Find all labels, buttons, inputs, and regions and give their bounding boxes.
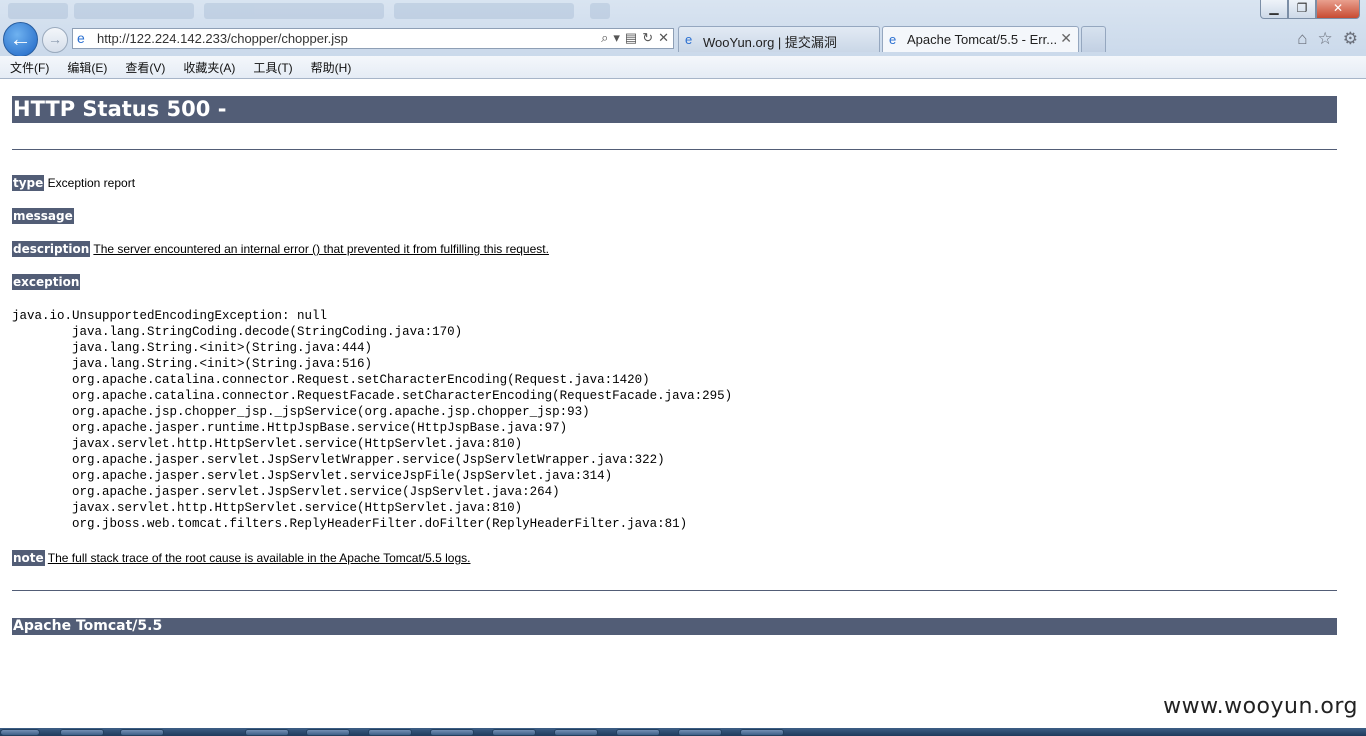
stack-frame: org.apache.jasper.servlet.JspServlet.ser… — [12, 469, 613, 483]
close-tab-icon[interactable]: ✕ — [1060, 30, 1072, 47]
menu-help[interactable]: 帮助(H) — [301, 56, 360, 78]
home-icon[interactable]: ⌂ — [1297, 29, 1307, 49]
search-icon[interactable]: ⌕ — [601, 30, 608, 46]
description-value: The server encountered an internal error… — [93, 242, 549, 256]
stack-frame: javax.servlet.http.HttpServlet.service(H… — [12, 437, 523, 451]
description-label: description — [12, 241, 91, 257]
stack-frame: java.lang.StringCoding.decode(StringCodi… — [12, 325, 463, 339]
stack-frame: org.jboss.web.tomcat.filters.ReplyHeader… — [12, 517, 688, 531]
maximize-button[interactable]: ❐ — [1288, 0, 1316, 19]
chevron-down-icon[interactable]: ▾ — [613, 30, 620, 46]
ghost-tab — [204, 3, 384, 19]
taskbar-app[interactable] — [60, 729, 104, 736]
browser-chrome: ▁ ❐ ✕ ← → e http://122.224.142.233/chopp… — [0, 0, 1366, 79]
ghost-tab — [74, 3, 194, 19]
address-bar[interactable]: e http://122.224.142.233/chopper/chopper… — [72, 28, 674, 49]
taskbar-app[interactable] — [740, 729, 784, 736]
stack-trace: java.io.UnsupportedEncodingException: nu… — [12, 308, 732, 532]
stack-frame: org.apache.jasper.servlet.JspServletWrap… — [12, 453, 665, 467]
taskbar-app[interactable] — [306, 729, 350, 736]
taskbar-app[interactable] — [368, 729, 412, 736]
taskbar-app[interactable] — [245, 729, 289, 736]
taskbar-app[interactable] — [616, 729, 660, 736]
taskbar-app[interactable] — [120, 729, 164, 736]
stack-frame: org.apache.jasper.runtime.HttpJspBase.se… — [12, 421, 568, 435]
close-window-button[interactable]: ✕ — [1316, 0, 1360, 19]
menu-bar: 文件(F) 编辑(E) 查看(V) 收藏夹(A) 工具(T) 帮助(H) — [0, 56, 1366, 79]
type-value: Exception report — [47, 176, 136, 190]
ghost-tab — [8, 3, 68, 19]
stack-frame: org.apache.jasper.servlet.JspServlet.ser… — [12, 485, 560, 499]
stack-frame: javax.servlet.http.HttpServlet.service(H… — [12, 501, 523, 515]
tab-tomcat-error[interactable]: e Apache Tomcat/5.5 - Err... ✕ — [882, 26, 1079, 52]
new-tab-button[interactable] — [1081, 26, 1106, 52]
taskbar-app[interactable] — [430, 729, 474, 736]
exception-label: exception — [12, 274, 81, 290]
note-label: note — [12, 550, 45, 566]
refresh-icon[interactable]: ↻ — [642, 30, 653, 46]
divider — [12, 149, 1337, 150]
message-label: message — [12, 208, 74, 224]
note-value: The full stack trace of the root cause i… — [47, 551, 471, 565]
description-row: description The server encountered an in… — [12, 241, 549, 257]
page-content: HTTP Status 500 - type Exception report … — [12, 79, 1337, 635]
ie-page-icon: e — [77, 30, 85, 46]
stack-frame: org.apache.catalina.connector.Request.se… — [12, 373, 650, 387]
ie-page-icon: e — [889, 32, 897, 47]
menu-file[interactable]: 文件(F) — [0, 56, 57, 78]
taskbar — [0, 728, 1366, 736]
page-title: HTTP Status 500 - — [12, 96, 1337, 123]
stop-icon[interactable]: ✕ — [658, 30, 669, 46]
message-row: message — [12, 208, 74, 224]
taskbar-app[interactable] — [492, 729, 536, 736]
server-footer: Apache Tomcat/5.5 — [12, 618, 1337, 635]
taskbar-app[interactable] — [554, 729, 598, 736]
stack-frame: org.apache.jsp.chopper_jsp._jspService(o… — [12, 405, 590, 419]
tab-wooyun[interactable]: e WooYun.org | 提交漏洞 — [678, 26, 880, 52]
stack-frame: java.lang.String.<init>(String.java:444) — [12, 341, 373, 355]
window-controls: ▁ ❐ ✕ — [1260, 0, 1360, 19]
ghost-tab — [394, 3, 574, 19]
command-icons: ⌂ ☆ ⚙ — [1297, 29, 1358, 49]
type-row: type Exception report — [12, 175, 136, 191]
address-bar-actions: ⌕ ▾ ▤ ↻ ✕ — [601, 30, 669, 46]
menu-favorites[interactable]: 收藏夹(A) — [173, 56, 243, 78]
start-button[interactable] — [0, 729, 40, 736]
compatibility-view-icon[interactable]: ▤ — [625, 30, 637, 46]
back-button[interactable]: ← — [3, 22, 38, 57]
url-text[interactable]: http://122.224.142.233/chopper/chopper.j… — [97, 31, 348, 46]
gear-icon[interactable]: ⚙ — [1343, 29, 1358, 49]
menu-view[interactable]: 查看(V) — [115, 56, 173, 78]
forward-button[interactable]: → — [42, 27, 68, 53]
stack-frame: org.apache.catalina.connector.RequestFac… — [12, 389, 733, 403]
watermark: www.wooyun.org — [1163, 694, 1358, 719]
menu-edit[interactable]: 编辑(E) — [57, 56, 115, 78]
background-window-strip — [0, 0, 1250, 20]
ghost-tab — [590, 3, 610, 19]
exception-line: java.io.UnsupportedEncodingException: nu… — [12, 309, 328, 323]
note-row: note The full stack trace of the root ca… — [12, 550, 471, 566]
minimize-button[interactable]: ▁ — [1260, 0, 1288, 19]
taskbar-app[interactable] — [678, 729, 722, 736]
tab-label: Apache Tomcat/5.5 - Err... — [907, 32, 1058, 47]
type-label: type — [12, 175, 45, 191]
tab-label: WooYun.org | 提交漏洞 — [703, 35, 837, 50]
stack-frame: java.lang.String.<init>(String.java:516) — [12, 357, 373, 371]
divider — [12, 590, 1337, 591]
menu-tools[interactable]: 工具(T) — [243, 56, 300, 78]
exception-row: exception — [12, 274, 81, 290]
favorites-star-icon[interactable]: ☆ — [1318, 29, 1333, 49]
ie-page-icon: e — [685, 32, 693, 47]
